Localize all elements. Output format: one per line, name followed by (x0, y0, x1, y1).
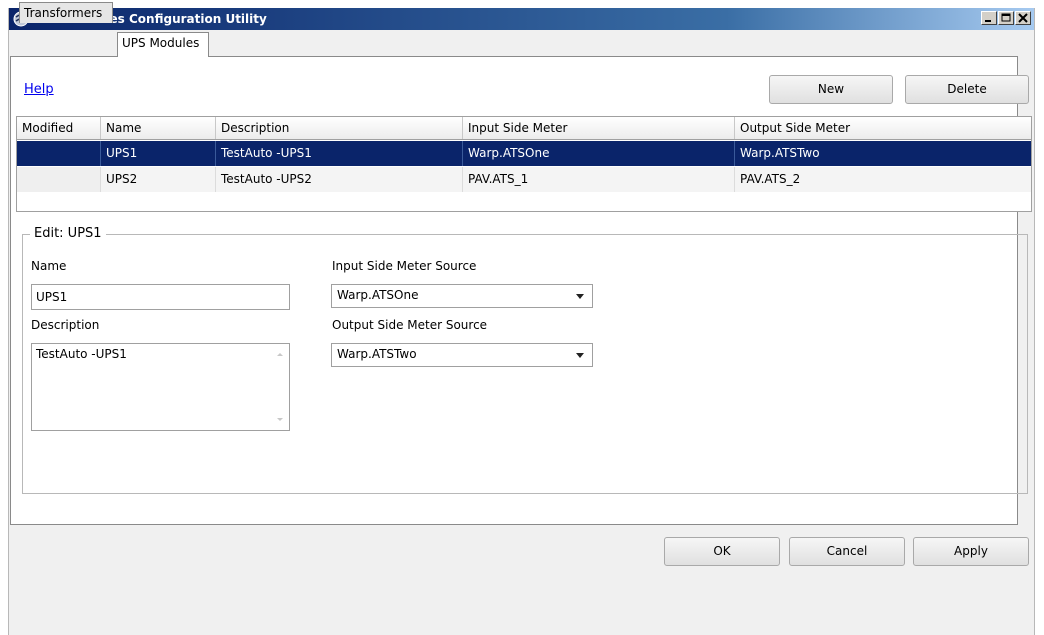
dropdown-arrow-icon (576, 353, 584, 358)
help-link[interactable]: Help (24, 82, 54, 97)
description-label: Description (31, 318, 100, 332)
cell-output-side-meter: PAV.ATS_2 (740, 172, 801, 186)
column-header-modified[interactable]: Modified (17, 117, 101, 139)
edit-group-title: Edit: UPS1 (30, 226, 106, 241)
cancel-button[interactable]: Cancel (789, 537, 905, 566)
apply-button[interactable]: Apply (913, 537, 1029, 566)
cell-output-side-meter: Warp.ATSTwo (740, 146, 820, 160)
cell-name: UPS2 (101, 167, 216, 192)
cell-input-side-meter: Warp.ATSOne (463, 141, 735, 166)
description-value: TestAuto -UPS1 (36, 347, 127, 361)
maximize-icon (1001, 13, 1011, 22)
output-meter-source-value: Warp.ATSTwo (337, 347, 417, 361)
scroll-down-icon (277, 418, 283, 421)
dropdown-arrow-icon (576, 294, 584, 299)
tab-transformers-label: Transformers (24, 6, 103, 20)
cell-name: UPS1 (101, 141, 216, 166)
name-label: Name (31, 259, 67, 273)
maximize-button[interactable] (998, 11, 1014, 25)
name-field[interactable] (31, 284, 290, 310)
output-meter-source-select[interactable]: Warp.ATSTwo (331, 343, 593, 367)
minimize-button[interactable] (981, 11, 997, 25)
table-row[interactable]: UPS1 TestAuto -UPS1 Warp.ATSOne Warp.ATS… (17, 141, 1031, 166)
close-button[interactable] (1015, 11, 1031, 25)
column-header-description[interactable]: Description (216, 117, 463, 139)
input-meter-source-label: Input Side Meter Source (332, 259, 477, 273)
tab-transformers[interactable]: Transformers (19, 2, 113, 23)
tab-ups-modules-label: UPS Modules (122, 36, 200, 50)
tab-ups-modules[interactable]: UPS Modules (117, 32, 209, 57)
table-row[interactable]: UPS2 TestAuto -UPS2 PAV.ATS_1 PAV.ATS_2 (17, 167, 1031, 192)
ups-modules-table: Modified Name Description Input Side Met… (16, 116, 1032, 212)
column-header-input-side-meter[interactable]: Input Side Meter (463, 117, 735, 139)
minimize-icon (985, 20, 991, 22)
input-meter-source-select[interactable]: Warp.ATSOne (331, 284, 593, 308)
column-header-name[interactable]: Name (101, 117, 216, 139)
close-icon (1018, 13, 1028, 23)
output-meter-source-label: Output Side Meter Source (332, 318, 488, 332)
cell-modified (17, 141, 101, 166)
description-scrollbar[interactable] (272, 345, 288, 429)
cell-description: TestAuto -UPS1 (216, 141, 463, 166)
description-field[interactable]: TestAuto -UPS1 (31, 343, 290, 431)
ok-button[interactable]: OK (664, 537, 780, 566)
title-bar[interactable]: Power Losses Configuration Utility (9, 8, 1034, 30)
new-button[interactable]: New (769, 75, 893, 104)
scroll-up-icon (277, 353, 283, 356)
delete-button[interactable]: Delete (905, 75, 1029, 104)
cell-input-side-meter: PAV.ATS_1 (463, 167, 735, 192)
table-header: Modified Name Description Input Side Met… (17, 117, 1031, 140)
column-header-output-side-meter[interactable]: Output Side Meter (735, 117, 1031, 139)
cell-modified (17, 167, 101, 192)
input-meter-source-value: Warp.ATSOne (337, 288, 419, 302)
cell-description: TestAuto -UPS2 (216, 167, 463, 192)
